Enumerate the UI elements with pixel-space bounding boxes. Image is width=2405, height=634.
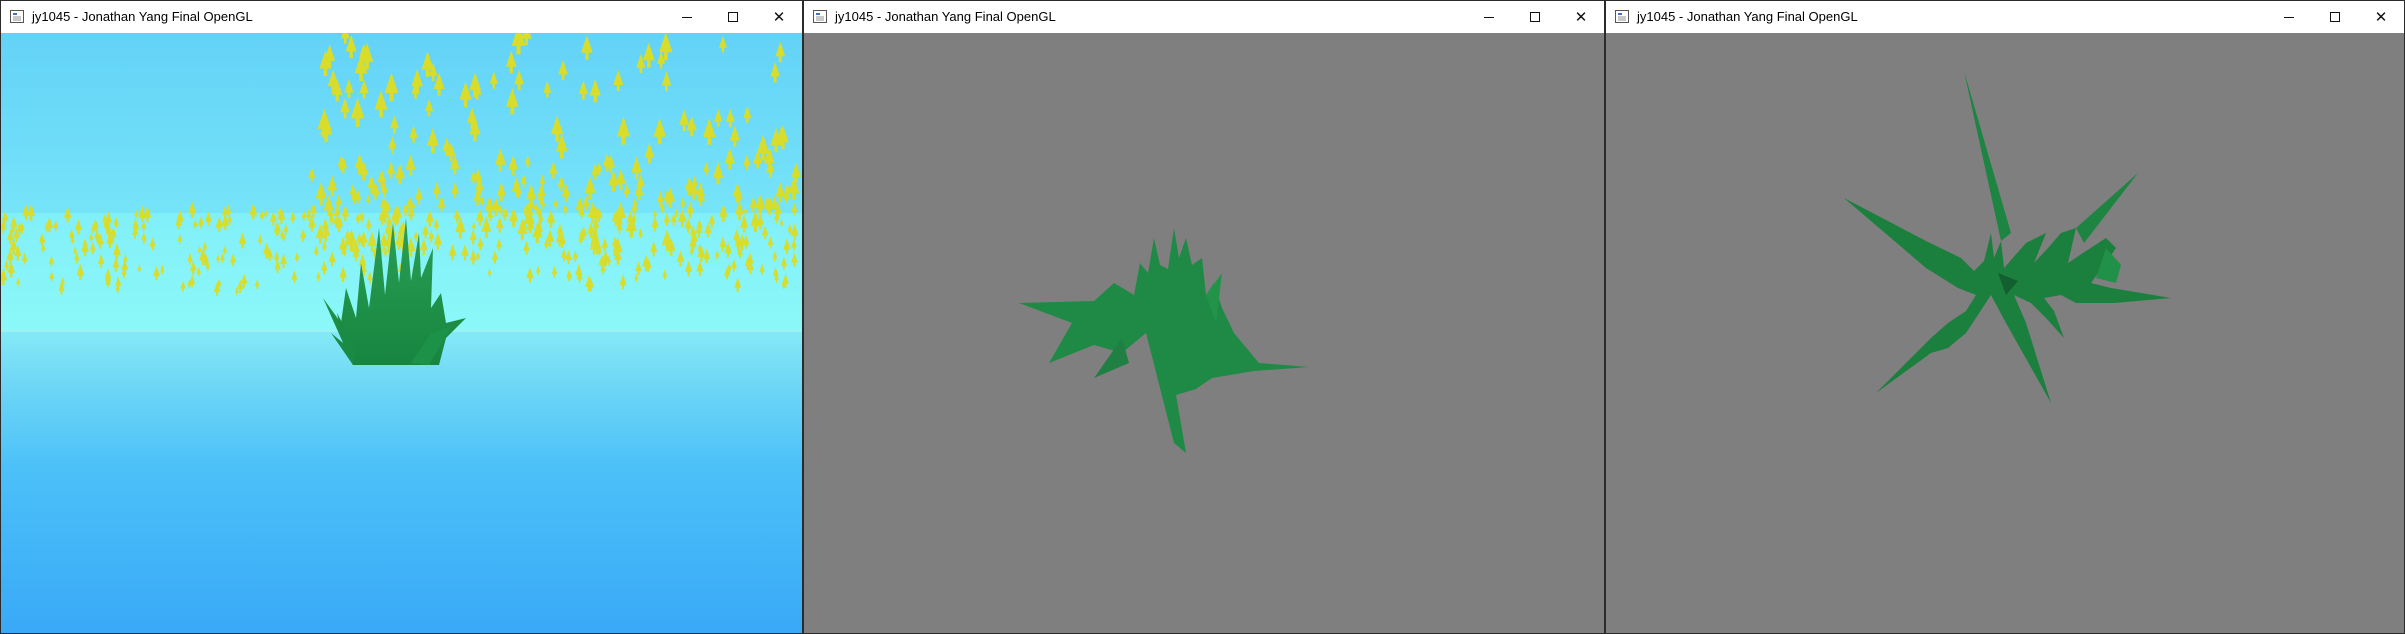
minimize-icon: [2284, 16, 2294, 18]
water-surface: [1, 329, 802, 633]
window-titlebar[interactable]: jy1045 - Jonathan Yang Final OpenGL ✕: [1, 1, 802, 33]
app-icon: [10, 10, 24, 23]
maximize-icon: [728, 12, 738, 22]
minimize-icon: [682, 16, 692, 18]
window-title: jy1045 - Jonathan Yang Final OpenGL: [835, 9, 1056, 24]
maximize-button[interactable]: [710, 1, 756, 33]
close-button[interactable]: ✕: [2358, 1, 2404, 33]
scene-canvas: [1, 33, 802, 633]
render-viewport[interactable]: [1606, 33, 2404, 633]
scene-canvas: [804, 33, 1604, 633]
opengl-window-1[interactable]: jy1045 - Jonathan Yang Final OpenGL ✕: [0, 0, 803, 634]
minimize-button[interactable]: [1466, 1, 1512, 33]
render-viewport[interactable]: [1, 33, 802, 633]
maximize-button[interactable]: [1512, 1, 1558, 33]
maximize-icon: [2330, 12, 2340, 22]
render-viewport[interactable]: [804, 33, 1604, 633]
opengl-window-2[interactable]: jy1045 - Jonathan Yang Final OpenGL ✕: [803, 0, 1605, 634]
close-icon: ✕: [1574, 8, 1588, 26]
app-icon: [813, 10, 827, 23]
minimize-button[interactable]: [664, 1, 710, 33]
close-button[interactable]: ✕: [1558, 1, 1604, 33]
close-button[interactable]: ✕: [756, 1, 802, 33]
maximize-icon: [1530, 12, 1540, 22]
close-icon: ✕: [772, 8, 786, 26]
scene-canvas: [1606, 33, 2404, 633]
close-icon: ✕: [2374, 8, 2388, 26]
maximize-button[interactable]: [2312, 1, 2358, 33]
minimize-icon: [1484, 16, 1494, 18]
background: [1606, 33, 2404, 633]
opengl-window-3[interactable]: jy1045 - Jonathan Yang Final OpenGL ✕: [1605, 0, 2405, 634]
window-title: jy1045 - Jonathan Yang Final OpenGL: [32, 9, 253, 24]
app-icon: [1615, 10, 1629, 23]
window-titlebar[interactable]: jy1045 - Jonathan Yang Final OpenGL ✕: [804, 1, 1604, 33]
window-title: jy1045 - Jonathan Yang Final OpenGL: [1637, 9, 1858, 24]
minimize-button[interactable]: [2266, 1, 2312, 33]
window-titlebar[interactable]: jy1045 - Jonathan Yang Final OpenGL ✕: [1606, 1, 2404, 33]
